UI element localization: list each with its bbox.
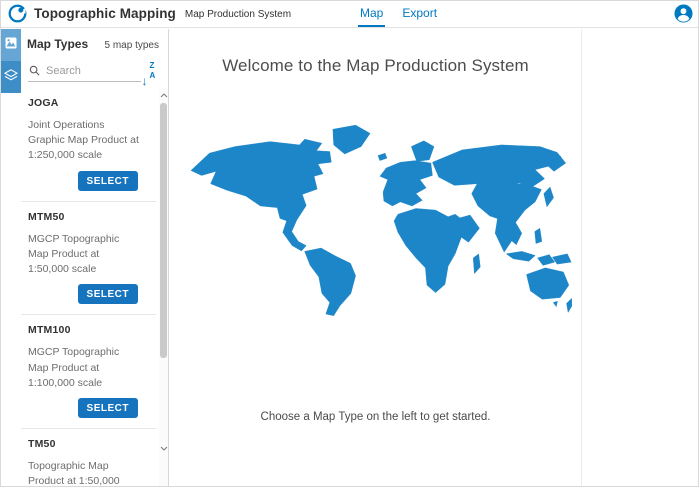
map-type-name: MTM50 [28, 211, 159, 223]
scroll-up-icon[interactable] [159, 90, 168, 100]
layers-icon [4, 68, 18, 86]
map-type-description: Topographic Map Product at 1:50,000 scal… [28, 459, 142, 487]
search-icon [29, 65, 40, 76]
sidebar-scrollbar[interactable] [159, 88, 168, 487]
map-type-description: Joint Operations Graphic Map Product at … [28, 118, 142, 164]
map-type-button-row: SELECT [28, 171, 159, 191]
map-type-item: MTM100 MGCP Topographic Map Product at 1… [21, 315, 159, 428]
header-tabs: Map Export [358, 0, 439, 28]
map-types-panel: Map Types 5 map types A Z ↓ JOGA Joint O… [21, 29, 169, 487]
welcome-title: Welcome to the Map Production System [170, 56, 581, 76]
map-type-item: MTM50 MGCP Topographic Map Product at 1:… [21, 202, 159, 315]
instruction-text: Choose a Map Type on the left to get sta… [170, 411, 581, 423]
map-type-button-row: SELECT [28, 284, 159, 304]
map-type-list: JOGA Joint Operations Graphic Map Produc… [21, 88, 159, 487]
world-map-image [180, 121, 572, 319]
scroll-down-icon[interactable] [159, 443, 168, 453]
map-type-item: TM50 Topographic Map Product at 1:50,000… [21, 429, 159, 487]
search-box [28, 60, 141, 82]
panel-layers-button[interactable] [0, 61, 21, 93]
map-type-name: TM50 [28, 438, 159, 450]
panel-icon-strip [0, 29, 21, 93]
map-type-item: JOGA Joint Operations Graphic Map Produc… [21, 88, 159, 201]
tab-export[interactable]: Export [400, 0, 439, 27]
panel-basemap-button[interactable] [0, 29, 21, 61]
map-type-name: JOGA [28, 97, 159, 109]
main-content: Welcome to the Map Production System [170, 29, 581, 487]
map-type-count: 5 map types [105, 40, 159, 51]
select-button[interactable]: SELECT [78, 284, 138, 304]
map-type-description: MGCP Topographic Map Product at 1:50,000… [28, 232, 142, 278]
app-title: Topographic Mapping [34, 6, 176, 21]
map-type-description: MGCP Topographic Map Product at 1:100,00… [28, 345, 142, 391]
app-header: Topographic Mapping Map Production Syste… [0, 0, 699, 28]
scrollbar-thumb[interactable] [160, 103, 167, 358]
main-right-divider [581, 29, 582, 487]
map-type-name: MTM100 [28, 324, 159, 336]
panel-header: Map Types 5 map types [27, 37, 159, 51]
app-logo-icon [8, 4, 27, 23]
panel-title: Map Types [27, 37, 88, 51]
tab-map[interactable]: Map [358, 0, 385, 27]
user-icon [674, 11, 693, 26]
select-button[interactable]: SELECT [78, 171, 138, 191]
map-type-button-row: SELECT [28, 398, 159, 418]
sort-az-button[interactable]: A Z ↓ [138, 60, 157, 82]
search-input[interactable] [46, 65, 134, 77]
app-subtitle: Map Production System [185, 7, 291, 20]
select-button[interactable]: SELECT [78, 398, 138, 418]
basemap-icon [5, 36, 17, 54]
user-avatar-button[interactable] [674, 4, 693, 23]
